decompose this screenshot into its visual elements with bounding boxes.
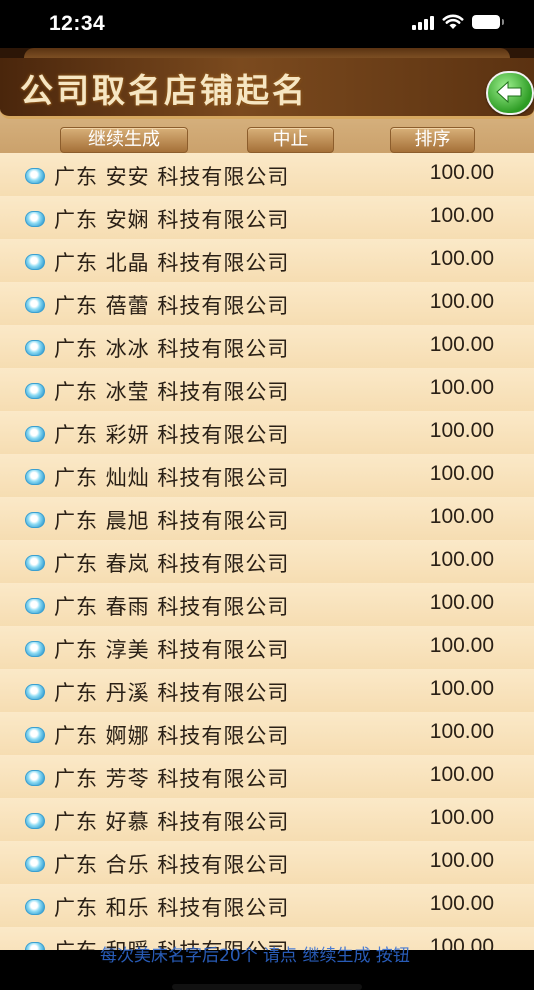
status-time: 12:34 — [49, 12, 106, 35]
score-value: 100.00 — [429, 849, 494, 872]
company-name: 广东 冰莹 科技有限公司 — [54, 380, 290, 404]
score-value: 100.00 — [429, 720, 494, 743]
company-name: 广东 安安 科技有限公司 — [54, 165, 290, 189]
bullet-gem-icon — [25, 211, 45, 227]
list-item[interactable]: 广东 北晶 科技有限公司 100.00 — [0, 239, 534, 283]
back-arrow-icon — [496, 80, 522, 104]
company-name: 广东 春雨 科技有限公司 — [54, 595, 290, 619]
continue-generate-button[interactable]: 继续生成 — [60, 127, 188, 153]
bullet-gem-icon — [25, 297, 45, 313]
company-name: 广东 好慕 科技有限公司 — [54, 810, 290, 834]
company-name: 广东 晨旭 科技有限公司 — [54, 509, 290, 533]
company-name: 广东 婀娜 科技有限公司 — [54, 724, 290, 748]
score-value: 100.00 — [429, 892, 494, 915]
page-title: 公司取名店铺起名 — [20, 71, 308, 110]
bullet-gem-icon — [25, 512, 45, 528]
cellular-signal-icon — [412, 14, 434, 30]
list-item[interactable]: 广东 安娴 科技有限公司 100.00 — [0, 196, 534, 240]
company-name: 广东 丹溪 科技有限公司 — [54, 681, 290, 705]
bullet-gem-icon — [25, 598, 45, 614]
bullet-gem-icon — [25, 856, 45, 872]
list-item[interactable]: 广东 晨旭 科技有限公司 100.00 — [0, 497, 534, 541]
list-item[interactable]: 广东 淳美 科技有限公司 100.00 — [0, 626, 534, 670]
score-value: 100.00 — [429, 677, 494, 700]
company-name: 广东 安娴 科技有限公司 — [54, 208, 290, 232]
name-list[interactable]: 广东 安安 科技有限公司 100.00 广东 安娴 科技有限公司 100.00 广东 北… — [0, 153, 534, 950]
bullet-gem-icon — [25, 942, 45, 950]
title-panel: 公司取名店铺起名 — [0, 58, 534, 119]
company-name: 广东 和乐 科技有限公司 — [54, 896, 290, 920]
company-name: 广东 芳苓 科技有限公司 — [54, 767, 290, 791]
score-value: 100.00 — [429, 591, 494, 614]
back-button[interactable] — [486, 71, 534, 115]
score-value: 100.00 — [429, 419, 494, 442]
status-bar: 12:34 — [0, 0, 534, 48]
score-value: 100.00 — [429, 204, 494, 227]
list-item[interactable]: 广东 春岚 科技有限公司 100.00 — [0, 540, 534, 584]
score-value: 100.00 — [429, 505, 494, 528]
company-name: 广东 彩妍 科技有限公司 — [54, 423, 290, 447]
list-item[interactable]: 广东 好慕 科技有限公司 100.00 — [0, 798, 534, 842]
score-value: 100.00 — [429, 290, 494, 313]
list-item[interactable]: 广东 彩妍 科技有限公司 100.00 — [0, 411, 534, 455]
list-item[interactable]: 广东 婀娜 科技有限公司 100.00 — [0, 712, 534, 756]
list-item[interactable]: 广东 和乐 科技有限公司 100.00 — [0, 884, 534, 928]
bullet-gem-icon — [25, 383, 45, 399]
list-item[interactable]: 广东 安安 科技有限公司 100.00 — [0, 153, 534, 197]
bullet-gem-icon — [25, 684, 45, 700]
company-name: 广东 春岚 科技有限公司 — [54, 552, 290, 576]
wifi-icon — [442, 14, 464, 29]
score-value: 100.00 — [429, 548, 494, 571]
battery-icon — [472, 15, 504, 29]
bullet-gem-icon — [25, 813, 45, 829]
company-name: 广东 灿灿 科技有限公司 — [54, 466, 290, 490]
bullet-gem-icon — [25, 168, 45, 184]
header: 公司取名店铺起名 继续生成 中止 排序 — [0, 58, 534, 158]
stop-button[interactable]: 中止 — [247, 127, 334, 153]
list-item[interactable]: 广东 蓓蕾 科技有限公司 100.00 — [0, 282, 534, 326]
bullet-gem-icon — [25, 727, 45, 743]
score-value: 100.00 — [429, 935, 494, 950]
bullet-gem-icon — [25, 899, 45, 915]
list-item[interactable]: 广东 芳苓 科技有限公司 100.00 — [0, 755, 534, 799]
score-value: 100.00 — [429, 462, 494, 485]
bullet-gem-icon — [25, 340, 45, 356]
list-item[interactable]: 广东 丹溪 科技有限公司 100.00 — [0, 669, 534, 713]
hint-text: 每次美床名字后20个 请点 继续生成 按钮 — [100, 946, 410, 966]
score-value: 100.00 — [429, 161, 494, 184]
company-name: 广东 合乐 科技有限公司 — [54, 853, 290, 877]
status-icons — [412, 14, 504, 30]
sort-button[interactable]: 排序 — [390, 127, 475, 153]
score-value: 100.00 — [429, 634, 494, 657]
score-value: 100.00 — [429, 763, 494, 786]
bullet-gem-icon — [25, 254, 45, 270]
bullet-gem-icon — [25, 770, 45, 786]
company-name: 广东 北晶 科技有限公司 — [54, 251, 290, 275]
list-item[interactable]: 广东 合乐 科技有限公司 100.00 — [0, 841, 534, 885]
company-name: 广东 淳美 科技有限公司 — [54, 638, 290, 662]
app-screen: 公司取名店铺起名 继续生成 中止 排序 广东 安安 科技有限公司 100.00 广东… — [0, 48, 534, 990]
bullet-gem-icon — [25, 469, 45, 485]
score-value: 100.00 — [429, 376, 494, 399]
bullet-gem-icon — [25, 641, 45, 657]
score-value: 100.00 — [429, 247, 494, 270]
list-item[interactable]: 广东 冰冰 科技有限公司 100.00 — [0, 325, 534, 369]
home-indicator[interactable] — [172, 984, 362, 990]
score-value: 100.00 — [429, 333, 494, 356]
score-value: 100.00 — [429, 806, 494, 829]
list-item[interactable]: 广东 灿灿 科技有限公司 100.00 — [0, 454, 534, 498]
company-name: 广东 冰冰 科技有限公司 — [54, 337, 290, 361]
bullet-gem-icon — [25, 555, 45, 571]
list-item[interactable]: 广东 春雨 科技有限公司 100.00 — [0, 583, 534, 627]
company-name: 广东 蓓蕾 科技有限公司 — [54, 294, 290, 318]
list-item[interactable]: 广东 冰莹 科技有限公司 100.00 — [0, 368, 534, 412]
bullet-gem-icon — [25, 426, 45, 442]
